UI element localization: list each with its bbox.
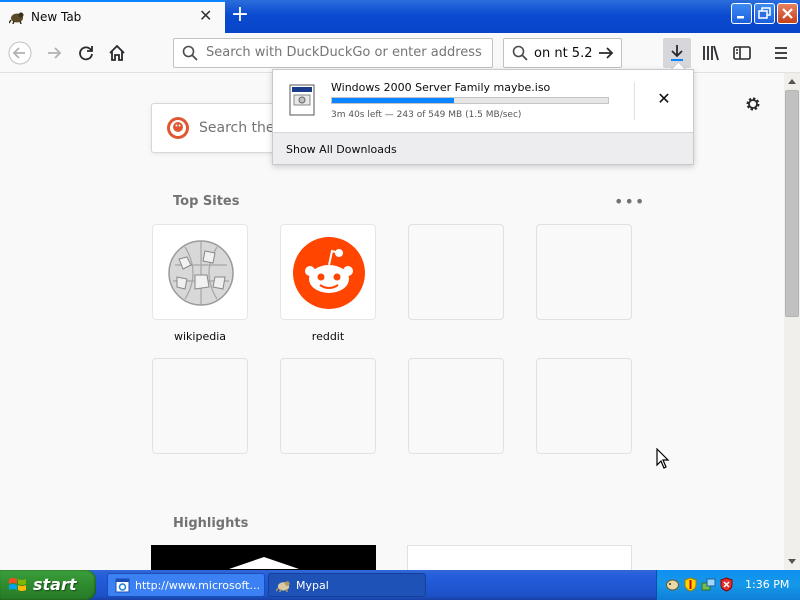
download-divider [634, 82, 635, 120]
top-site-tile-empty[interactable] [152, 358, 248, 454]
reddit-logo-icon [293, 237, 365, 309]
search-icon [182, 45, 198, 61]
network-icon[interactable] [701, 577, 716, 592]
windows-flag-icon [9, 578, 26, 591]
taskbar-item-mypal[interactable]: Mypal [268, 573, 426, 597]
show-all-downloads-label: Show All Downloads [286, 143, 397, 156]
download-filename: Windows 2000 Server Family maybe.iso [331, 81, 551, 94]
top-site-tile-wikipedia[interactable] [152, 224, 248, 320]
scroll-up-icon[interactable] [787, 77, 797, 85]
tray-app-icon[interactable] [665, 577, 680, 592]
download-arrow-icon [671, 45, 683, 61]
close-window-button[interactable] [777, 3, 798, 24]
forward-icon[interactable] [42, 41, 66, 65]
top-sites-heading: Top Sites [173, 194, 240, 209]
downloads-panel: Windows 2000 Server Family maybe.iso 3m … [272, 69, 694, 165]
library-icon[interactable] [699, 41, 723, 65]
top-site-label-reddit: reddit [311, 330, 345, 343]
security-alert-icon[interactable] [719, 577, 734, 592]
system-tray: 1:36 PM [656, 570, 800, 600]
tab-close-icon[interactable]: ✕ [199, 8, 215, 24]
show-all-downloads-button[interactable]: Show All Downloads [273, 132, 693, 164]
reload-icon[interactable] [74, 41, 98, 65]
url-input[interactable] [206, 45, 486, 60]
start-button[interactable]: start [0, 570, 96, 600]
taskbar: start http://www.microsoft... Mypal 1:36… [0, 570, 800, 600]
top-site-label-wikipedia: wikipedia [173, 330, 226, 343]
tab-new-tab[interactable]: New Tab ✕ [0, 0, 225, 33]
search-bar[interactable]: on nt 5.2 [503, 38, 622, 68]
start-label: start [33, 575, 77, 594]
mypal-icon [276, 581, 290, 593]
search-bar-text: on nt 5.2 [534, 46, 593, 61]
new-tab-button[interactable]: + [229, 4, 251, 27]
top-site-tile-empty[interactable] [408, 358, 504, 454]
highlight-card[interactable] [407, 545, 632, 570]
top-sites-more-icon[interactable]: ••• [614, 192, 645, 211]
search-icon [512, 45, 528, 61]
duckduckgo-logo-icon [167, 117, 189, 139]
title-bar: New Tab ✕ + [0, 0, 800, 33]
top-site-tile-empty[interactable] [536, 224, 632, 320]
iso-file-icon [289, 84, 315, 116]
security-shield-icon[interactable] [683, 577, 698, 592]
top-site-tile-empty[interactable] [536, 358, 632, 454]
home-icon[interactable] [105, 41, 129, 65]
ie-page-icon [115, 578, 130, 593]
settings-gear-icon[interactable] [744, 95, 762, 113]
top-site-tile-empty[interactable] [280, 358, 376, 454]
restore-button[interactable] [754, 3, 775, 24]
back-icon[interactable] [8, 41, 32, 65]
url-bar[interactable] [173, 38, 493, 68]
minimize-button[interactable] [731, 3, 752, 24]
wikipedia-logo-icon [168, 240, 234, 306]
cancel-download-icon[interactable]: ✕ [656, 91, 672, 107]
highlights-heading: Highlights [173, 516, 249, 531]
highlight-card[interactable] [151, 545, 376, 570]
mouse-cursor-icon [656, 448, 670, 469]
taskbar-item-label: http://www.microsoft... [135, 579, 260, 592]
page-scrollbar[interactable] [784, 73, 800, 570]
top-site-tile-empty[interactable] [408, 224, 504, 320]
download-status: 3m 40s left — 243 of 549 MB (1.5 MB/sec) [331, 110, 522, 120]
taskbar-clock: 1:36 PM [745, 578, 790, 591]
go-arrow-icon[interactable] [597, 45, 615, 61]
taskbar-item-ie[interactable]: http://www.microsoft... [107, 573, 265, 597]
hamburger-menu-icon[interactable] [769, 41, 793, 65]
download-progress-fill [332, 98, 454, 103]
scroll-down-icon[interactable] [787, 558, 797, 566]
sidebar-icon[interactable] [730, 41, 754, 65]
scrollbar-thumb[interactable] [785, 90, 799, 317]
mypal-favicon-icon [9, 12, 24, 24]
tab-title: New Tab [31, 10, 82, 24]
highlight-thumbnail [229, 557, 299, 569]
top-site-tile-reddit[interactable] [280, 224, 376, 320]
taskbar-item-label: Mypal [296, 579, 329, 592]
download-progress-bar [331, 97, 609, 104]
